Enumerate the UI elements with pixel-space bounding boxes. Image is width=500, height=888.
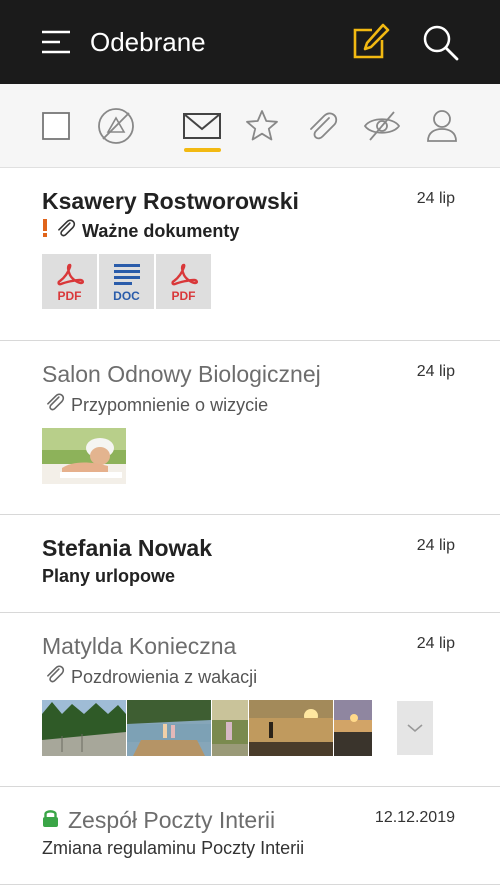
attachment-type: PDF xyxy=(57,289,82,303)
message-sender-line: Zespół Poczty Interii xyxy=(42,806,275,834)
message-subject: Pozdrowienia z wakacji xyxy=(71,666,258,687)
filter-all-mail-button[interactable] xyxy=(180,104,224,148)
message-item[interactable]: Ksawery Rostworowski 24 lip Ważne dokume… xyxy=(0,168,500,341)
mail-icon xyxy=(183,113,221,139)
message-subject-line: Pozdrowienia z wakacji xyxy=(42,663,257,690)
person-icon xyxy=(427,110,457,142)
filter-hidden-button[interactable] xyxy=(360,104,404,148)
compose-button[interactable] xyxy=(350,22,390,62)
message-subject-line: Ważne dokumenty xyxy=(42,217,239,244)
photo-thumbnail[interactable] xyxy=(42,700,126,756)
attachment-pdf[interactable]: PDF xyxy=(42,254,97,309)
select-all-checkbox[interactable] xyxy=(34,104,78,148)
message-subject-line: Przypomnienie o wizycie xyxy=(42,391,268,418)
attachment-list: PDF DOC PDF xyxy=(42,254,211,309)
menu-button[interactable] xyxy=(38,24,74,60)
message-date: 24 lip xyxy=(416,635,455,652)
photo-thumbnail[interactable] xyxy=(42,428,126,484)
message-item[interactable]: Salon Odnowy Biologicznej 24 lip Przypom… xyxy=(0,341,500,515)
filter-bar xyxy=(0,84,500,168)
attachment-icon xyxy=(42,391,66,418)
pdf-icon xyxy=(56,263,84,286)
message-subject: Zmiana regulaminu Poczty Interii xyxy=(42,838,305,858)
message-date: 24 lip xyxy=(416,363,455,380)
filter-attachments-button[interactable] xyxy=(299,104,343,148)
message-sender: Salon Odnowy Biologicznej xyxy=(42,361,321,387)
attachment-type: DOC xyxy=(113,289,140,303)
message-item[interactable]: Stefania Nowak 24 lip Plany urlopowe xyxy=(0,515,500,613)
attachment-icon xyxy=(310,112,338,140)
filter-unread-button[interactable] xyxy=(94,104,138,148)
filter-starred-button[interactable] xyxy=(240,104,284,148)
attachment-list xyxy=(42,428,126,484)
important-icon xyxy=(42,219,48,242)
attachment-type: PDF xyxy=(171,289,196,303)
expand-attachments-button[interactable] xyxy=(397,701,433,755)
photo-thumbnail[interactable] xyxy=(127,700,211,756)
filter-contacts-button[interactable] xyxy=(420,104,464,148)
message-subject: Przypomnienie o wizycie xyxy=(71,394,269,415)
message-sender: Stefania Nowak xyxy=(42,535,212,561)
page-title: Odebrane xyxy=(90,27,206,57)
message-date: 24 lip xyxy=(416,537,455,554)
chevron-down-icon xyxy=(407,724,423,733)
compose-icon xyxy=(353,23,390,59)
attachment-doc[interactable]: DOC xyxy=(99,254,154,309)
photo-thumbnail[interactable] xyxy=(212,700,248,756)
hamburger-icon xyxy=(42,30,70,54)
message-subject: Plany urlopowe xyxy=(42,566,176,586)
message-subject: Ważne dokumenty xyxy=(82,220,240,241)
checkbox-icon xyxy=(42,112,70,140)
doc-icon xyxy=(113,264,140,285)
pdf-icon xyxy=(170,263,198,286)
attachment-list xyxy=(42,700,372,756)
photo-thumbnail[interactable] xyxy=(334,700,372,756)
message-item[interactable]: Zespół Poczty Interii 12.12.2019 Zmiana … xyxy=(0,787,500,885)
search-icon xyxy=(423,25,459,61)
attachment-icon xyxy=(53,217,77,244)
message-sender: Ksawery Rostworowski xyxy=(42,188,299,214)
attachment-icon xyxy=(42,663,66,690)
top-app-bar: Odebrane xyxy=(0,0,500,84)
attachment-pdf[interactable]: PDF xyxy=(156,254,211,309)
message-sender: Matylda Konieczna xyxy=(42,633,237,659)
search-button[interactable] xyxy=(420,22,460,62)
message-item[interactable]: Matylda Konieczna 24 lip Pozdrowienia z … xyxy=(0,613,500,787)
message-sender: Zespół Poczty Interii xyxy=(68,807,276,833)
message-date: 12.12.2019 xyxy=(374,809,455,826)
active-filter-indicator xyxy=(184,148,221,152)
photo-thumbnail[interactable] xyxy=(249,700,333,756)
star-icon xyxy=(246,110,278,141)
unread-off-icon xyxy=(98,108,134,144)
hidden-icon xyxy=(363,111,401,141)
message-date: 24 lip xyxy=(416,190,455,207)
lock-icon xyxy=(42,806,59,834)
